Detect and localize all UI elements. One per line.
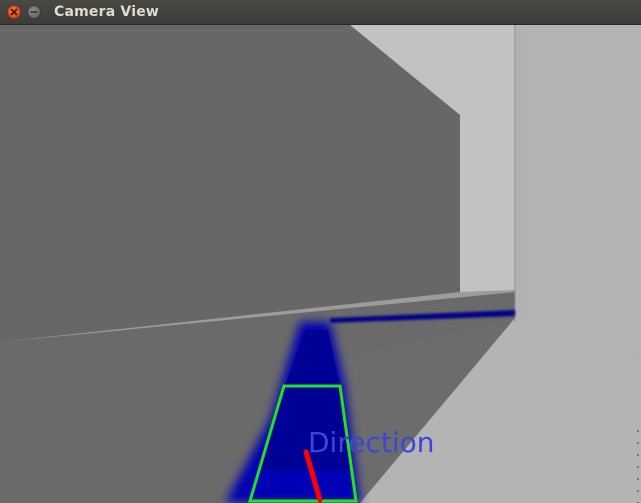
- camera-viewport: Direction: [0, 25, 641, 503]
- minimize-icon: [30, 11, 38, 13]
- left-wall: [0, 25, 460, 342]
- window-title: Camera View: [54, 4, 160, 20]
- direction-label: Direction: [308, 426, 435, 459]
- window-titlebar[interactable]: Camera View: [0, 0, 641, 25]
- minimize-button[interactable]: [27, 5, 41, 19]
- camera-view-window: Camera View Direction: [0, 0, 641, 503]
- close-icon: [10, 8, 18, 16]
- close-button[interactable]: [7, 5, 21, 19]
- right-wall: [515, 25, 641, 360]
- camera-scene: Direction: [0, 25, 641, 503]
